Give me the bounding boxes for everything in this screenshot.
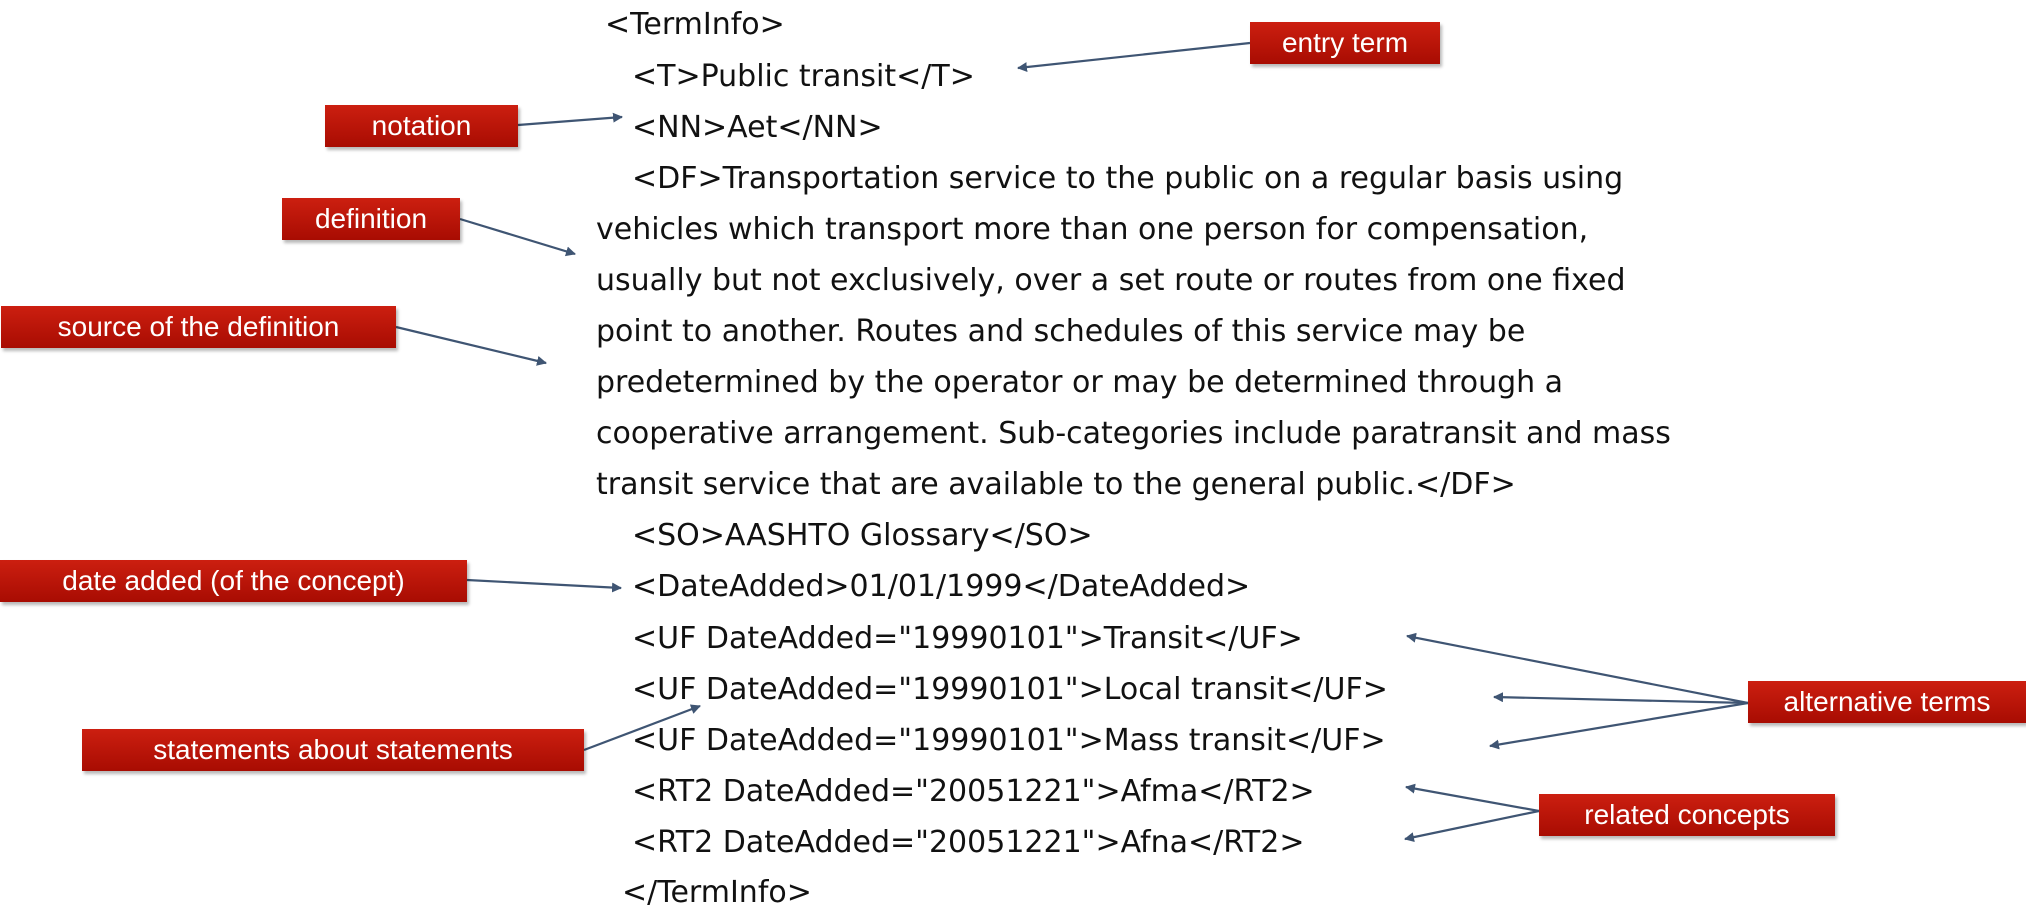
label-related-concepts: related concepts (1539, 794, 1835, 836)
label-alternative-terms: alternative terms (1748, 681, 2026, 723)
arrow-statements-about-statements (583, 704, 701, 752)
arrow-date-added (466, 578, 622, 593)
label-definition: definition (282, 198, 460, 240)
label-statements-about-statements: statements about statements (82, 729, 584, 771)
arrow-alternative-term-2 (1493, 692, 1749, 705)
arrow-definition (459, 217, 576, 257)
label-source-of-definition: source of the definition (1, 306, 396, 348)
label-date-added: date added (of the concept) (0, 560, 467, 602)
label-entry-term: entry term (1250, 22, 1440, 64)
arrow-source-of-definition (395, 325, 547, 366)
arrow-notation (517, 112, 623, 127)
arrow-alternative-term-1 (1406, 632, 1749, 705)
label-notation: notation (325, 105, 518, 147)
arrow-related-concept-2 (1404, 809, 1540, 843)
arrow-related-concept-1 (1405, 783, 1540, 813)
arrow-entry-term (1017, 41, 1251, 73)
annotation-arrows (395, 41, 1749, 843)
arrow-alternative-term-3 (1489, 701, 1749, 750)
